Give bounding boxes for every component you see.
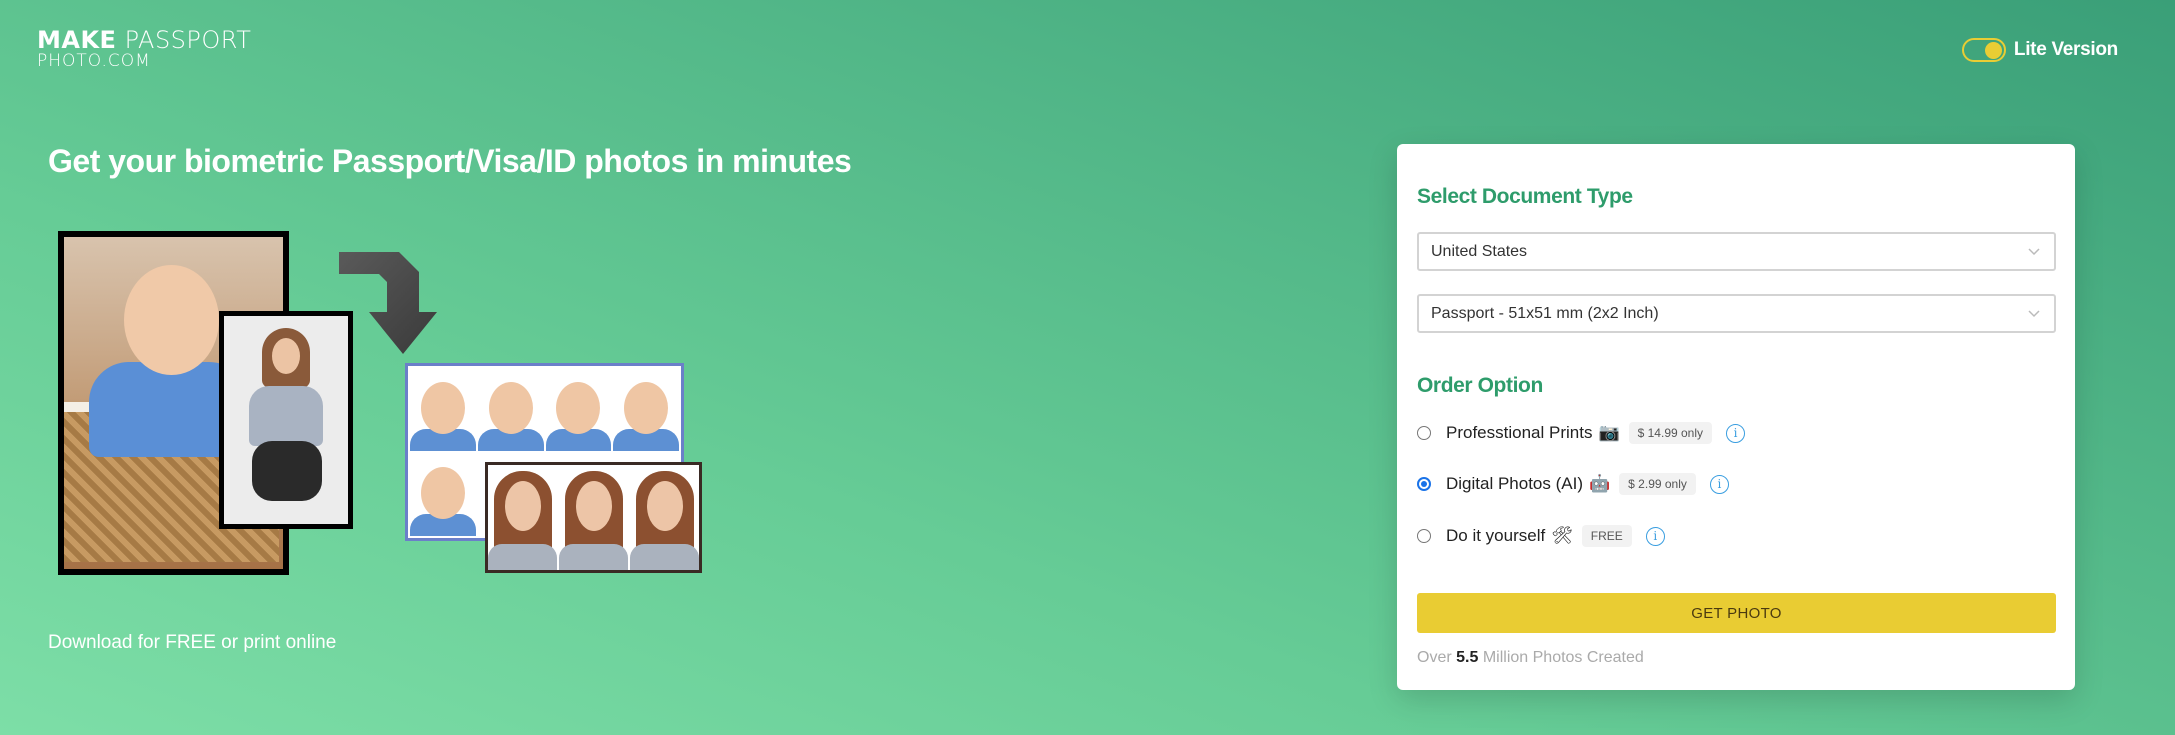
option-label: Do it yourself (1446, 526, 1546, 545)
country-select[interactable]: United States (1417, 232, 2056, 271)
lite-version-label: Lite Version (2013, 39, 2118, 60)
document-select-value: Passport - 51x51 mm (2x2 Inch) (1431, 304, 1659, 322)
radio-professional-prints[interactable] (1417, 426, 1431, 440)
document-type-title: Select Document Type (1417, 185, 1633, 208)
stat-prefix: Over (1417, 649, 1452, 666)
radio-digital-photos[interactable] (1417, 477, 1431, 491)
option-label: Professtional Prints (1446, 423, 1593, 442)
chevron-down-icon (2028, 310, 2040, 318)
woman-photo (219, 311, 353, 529)
logo-word-passport: PASSPORT (124, 26, 252, 54)
tools-icon: 🛠 (1551, 526, 1573, 545)
radio-do-it-yourself[interactable] (1417, 529, 1431, 543)
camera-icon: 📷 (1598, 423, 1620, 442)
info-icon[interactable]: i (1709, 474, 1729, 494)
price-badge: FREE (1581, 525, 1632, 547)
site-logo[interactable]: MAKE PASSPORT PHOTO.COM (37, 28, 251, 70)
stat-value: 5.5 (1456, 649, 1479, 666)
stat-suffix: Million Photos Created (1482, 649, 1644, 666)
order-option-title: Order Option (1417, 374, 1543, 397)
toggle-switch[interactable] (1961, 38, 2006, 62)
get-photo-button[interactable]: GET PHOTO (1417, 593, 2056, 633)
lite-version-toggle[interactable]: Lite Version (1961, 38, 2118, 62)
logo-word-make: MAKE (37, 26, 117, 54)
hero-headline: Get your biometric Passport/Visa/ID phot… (48, 143, 852, 179)
order-form-card: Select Document Type United States Passp… (1397, 144, 2075, 690)
country-select-value: United States (1431, 242, 1528, 260)
logo-line-1: MAKE PASSPORT (37, 28, 251, 52)
option-professional-prints[interactable]: Professtional Prints 📷 $ 14.99 only i (1417, 420, 1746, 446)
curved-arrow-icon (339, 252, 437, 354)
hero-illustration (55, 226, 705, 576)
hero-subline: Download for FREE or print online (48, 632, 337, 653)
option-digital-photos[interactable]: Digital Photos (AI) 🤖 $ 2.99 only i (1417, 471, 1729, 497)
price-badge: $ 14.99 only (1628, 422, 1713, 444)
chevron-down-icon (2028, 248, 2040, 256)
info-icon[interactable]: i (1645, 526, 1665, 546)
toggle-knob (1984, 42, 2002, 59)
info-icon[interactable]: i (1726, 423, 1746, 443)
woman-passport-sheet (485, 462, 702, 573)
option-label: Digital Photos (AI) (1446, 474, 1583, 493)
photos-created-stat: Over 5.5 Million Photos Created (1417, 649, 1644, 667)
option-do-it-yourself[interactable]: Do it yourself 🛠 FREE i (1417, 523, 1665, 549)
price-badge: $ 2.99 only (1619, 473, 1696, 495)
document-select[interactable]: Passport - 51x51 mm (2x2 Inch) (1417, 294, 2056, 333)
logo-line-2: PHOTO.COM (37, 51, 151, 71)
robot-icon: 🤖 (1589, 474, 1611, 493)
